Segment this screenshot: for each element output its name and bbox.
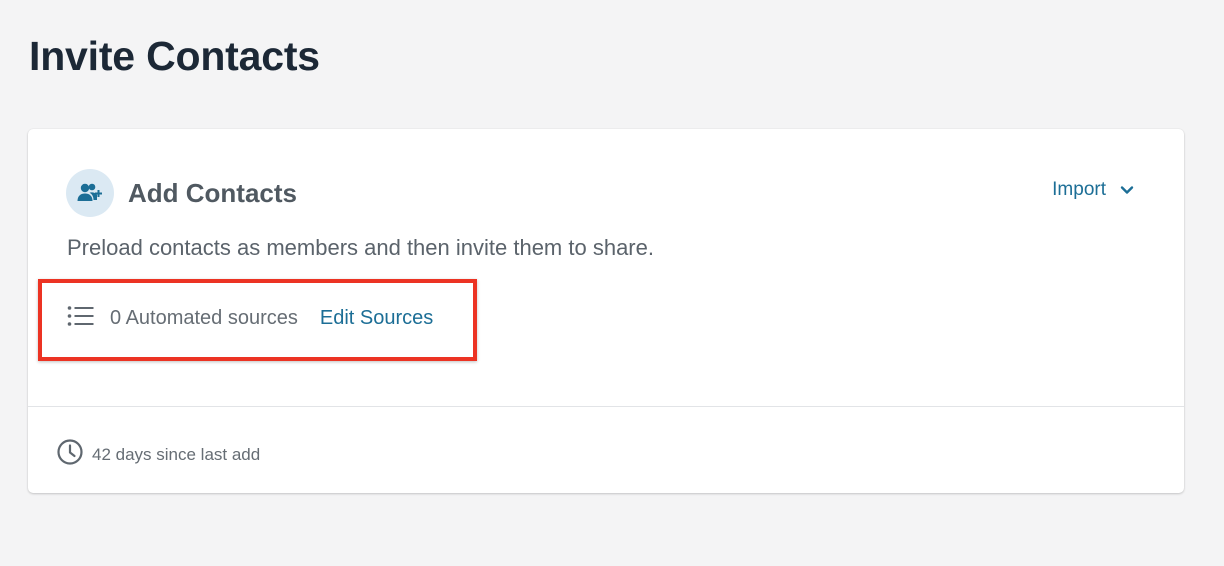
card-description: Preload contacts as members and then inv… [67,235,654,260]
add-user-icon [66,169,114,217]
clock-icon [56,438,84,471]
automated-sources-count: 0 Automated sources [110,307,298,329]
import-label: Import [1052,179,1106,200]
card-title: Add Contacts [128,177,297,208]
last-add-status: 42 days since last add [92,444,261,464]
add-contacts-card: Add Contacts Import Preload contacts as … [28,129,1184,493]
page-title: Invite Contacts [29,33,320,79]
import-button[interactable]: Import [1052,179,1134,201]
list-icon [67,305,94,332]
card-divider [28,406,1184,407]
page: Invite Contacts Add Contacts Import Prel… [0,0,1224,566]
edit-sources-link[interactable]: Edit Sources [320,307,433,330]
card-header: Add Contacts [66,169,297,217]
card-footer: 42 days since last add [56,438,260,471]
chevron-down-icon[interactable] [1120,185,1134,195]
automated-sources-row: 0 Automated sources Edit Sources [67,305,433,332]
